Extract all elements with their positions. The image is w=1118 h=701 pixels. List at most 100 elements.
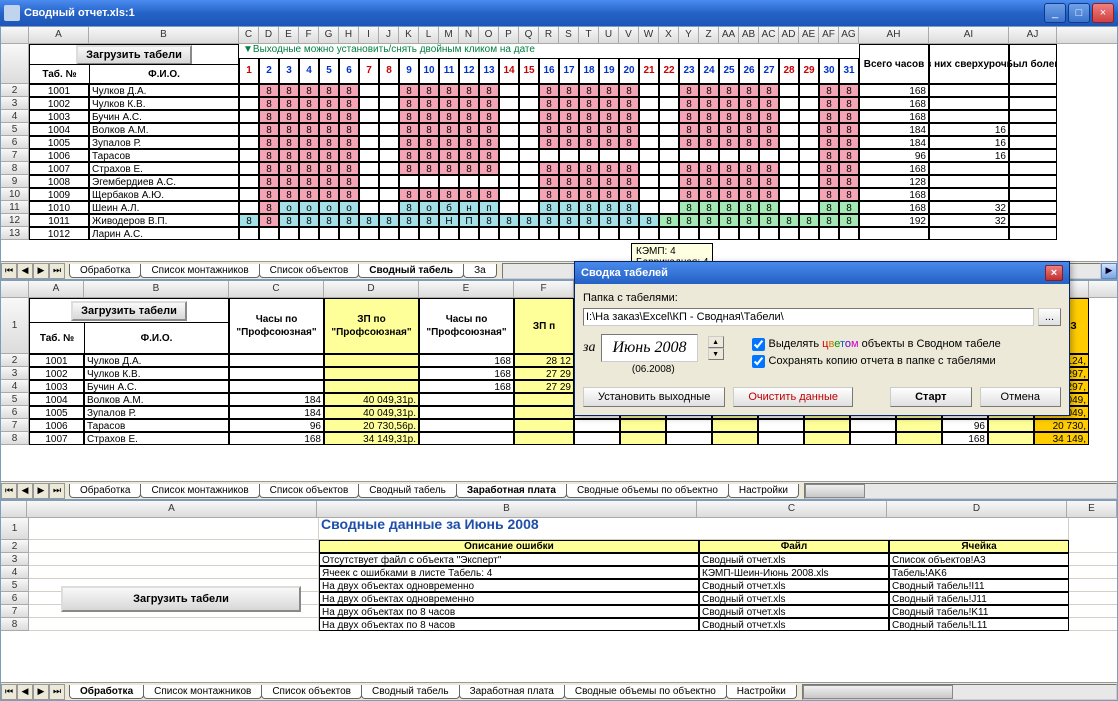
day-cell[interactable]: 8 bbox=[679, 214, 699, 227]
day-header[interactable]: 24 bbox=[699, 58, 719, 84]
day-cell[interactable] bbox=[459, 175, 479, 188]
tab-nav-last[interactable]: ⏭ bbox=[49, 483, 65, 499]
day-cell[interactable]: 8 bbox=[819, 136, 839, 149]
day-cell[interactable] bbox=[739, 149, 759, 162]
day-cell[interactable]: 8 bbox=[319, 162, 339, 175]
day-cell[interactable] bbox=[379, 162, 399, 175]
col-header[interactable]: D bbox=[259, 27, 279, 43]
sheet-tab[interactable]: Список монтажников bbox=[143, 685, 262, 699]
tab-no-cell[interactable]: 1003 bbox=[29, 380, 84, 393]
day-cell[interactable]: 8 bbox=[399, 110, 419, 123]
day-cell[interactable]: 8 bbox=[299, 175, 319, 188]
day-cell[interactable] bbox=[639, 149, 659, 162]
day-cell[interactable] bbox=[699, 227, 719, 240]
day-cell[interactable]: 8 bbox=[419, 110, 439, 123]
col-header[interactable]: E bbox=[279, 27, 299, 43]
day-cell[interactable] bbox=[519, 201, 539, 214]
tab-nav-prev[interactable]: ◀ bbox=[17, 483, 33, 499]
day-cell[interactable]: 8 bbox=[839, 201, 859, 214]
tab-no-cell[interactable]: 1003 bbox=[29, 110, 89, 123]
hours-cell[interactable]: 168 bbox=[419, 367, 514, 380]
day-cell[interactable] bbox=[599, 149, 619, 162]
overtime-cell[interactable] bbox=[929, 97, 1009, 110]
day-cell[interactable] bbox=[759, 227, 779, 240]
col-header[interactable]: B bbox=[317, 501, 697, 517]
col-header[interactable]: C bbox=[239, 27, 259, 43]
day-cell[interactable]: П bbox=[459, 214, 479, 227]
day-cell[interactable] bbox=[359, 201, 379, 214]
fio-cell[interactable]: Чулков Д.А. bbox=[84, 354, 229, 367]
day-cell[interactable] bbox=[799, 110, 819, 123]
day-cell[interactable]: б bbox=[439, 201, 459, 214]
day-cell[interactable]: 8 bbox=[339, 84, 359, 97]
day-cell[interactable] bbox=[439, 175, 459, 188]
day-cell[interactable]: 8 bbox=[339, 136, 359, 149]
maximize-button[interactable]: □ bbox=[1068, 3, 1090, 23]
day-cell[interactable] bbox=[459, 227, 479, 240]
day-cell[interactable]: 8 bbox=[299, 214, 319, 227]
overtime-cell[interactable] bbox=[929, 110, 1009, 123]
day-cell[interactable]: 8 bbox=[319, 188, 339, 201]
day-cell[interactable]: 8 bbox=[539, 175, 559, 188]
day-cell[interactable] bbox=[799, 175, 819, 188]
day-cell[interactable]: 8 bbox=[679, 188, 699, 201]
day-cell[interactable]: 8 bbox=[419, 162, 439, 175]
hours-cell[interactable]: 168 bbox=[859, 110, 929, 123]
tab-no-cell[interactable]: 1001 bbox=[29, 84, 89, 97]
tab-nav-prev[interactable]: ◀ bbox=[17, 684, 33, 700]
day-cell[interactable]: 8 bbox=[739, 84, 759, 97]
day-header[interactable]: 30 bbox=[819, 58, 839, 84]
day-cell[interactable] bbox=[639, 110, 659, 123]
day-cell[interactable] bbox=[799, 136, 819, 149]
day-header[interactable]: 2 bbox=[259, 58, 279, 84]
day-cell[interactable] bbox=[499, 123, 519, 136]
tab-nav-first[interactable]: ⏮ bbox=[1, 483, 17, 499]
hours-cell[interactable]: 128 bbox=[859, 175, 929, 188]
fio-cell[interactable]: Тарасов bbox=[84, 419, 229, 432]
sick-cell[interactable] bbox=[1009, 227, 1057, 240]
day-header[interactable]: 20 bbox=[619, 58, 639, 84]
day-cell[interactable] bbox=[399, 175, 419, 188]
col-header[interactable]: C bbox=[697, 501, 887, 517]
day-cell[interactable]: 8 bbox=[339, 97, 359, 110]
salary-cell[interactable] bbox=[324, 354, 419, 367]
day-cell[interactable]: 8 bbox=[479, 214, 499, 227]
day-cell[interactable] bbox=[799, 162, 819, 175]
tab-nav-next[interactable]: ▶ bbox=[33, 684, 49, 700]
day-cell[interactable]: 8 bbox=[299, 110, 319, 123]
fio-cell[interactable]: Чулков К.В. bbox=[84, 367, 229, 380]
hours-cell[interactable]: 192 bbox=[859, 214, 929, 227]
day-cell[interactable]: 8 bbox=[279, 84, 299, 97]
day-cell[interactable]: 8 bbox=[719, 188, 739, 201]
day-header[interactable]: 12 bbox=[459, 58, 479, 84]
day-cell[interactable]: 8 bbox=[519, 214, 539, 227]
day-cell[interactable] bbox=[779, 201, 799, 214]
error-cell-ref[interactable]: Список объектов!A3 bbox=[889, 553, 1069, 566]
day-cell[interactable]: 8 bbox=[719, 123, 739, 136]
day-cell[interactable]: 8 bbox=[399, 84, 419, 97]
day-cell[interactable]: 8 bbox=[539, 201, 559, 214]
day-cell[interactable] bbox=[299, 227, 319, 240]
day-cell[interactable]: 8 bbox=[739, 123, 759, 136]
day-cell[interactable] bbox=[539, 227, 559, 240]
day-cell[interactable]: 8 bbox=[819, 201, 839, 214]
col-header[interactable]: AI bbox=[929, 27, 1009, 43]
day-cell[interactable]: 8 bbox=[339, 123, 359, 136]
day-cell[interactable] bbox=[239, 97, 259, 110]
sheet-tab[interactable]: Обработка bbox=[69, 264, 141, 278]
day-cell[interactable]: 8 bbox=[279, 214, 299, 227]
day-cell[interactable] bbox=[519, 162, 539, 175]
day-cell[interactable] bbox=[359, 227, 379, 240]
day-cell[interactable]: 8 bbox=[599, 136, 619, 149]
day-cell[interactable]: 8 bbox=[679, 110, 699, 123]
day-cell[interactable] bbox=[519, 110, 539, 123]
highlight-checkbox[interactable] bbox=[752, 338, 765, 351]
error-file-cell[interactable]: КЭМП-Шеин-Июнь 2008.xls bbox=[699, 566, 889, 579]
day-cell[interactable]: 8 bbox=[279, 110, 299, 123]
day-cell[interactable]: 8 bbox=[299, 84, 319, 97]
sick-cell[interactable] bbox=[1009, 110, 1057, 123]
day-cell[interactable] bbox=[779, 175, 799, 188]
day-cell[interactable] bbox=[499, 175, 519, 188]
day-cell[interactable]: 8 bbox=[579, 110, 599, 123]
salary-cell[interactable]: 27 29 bbox=[514, 367, 574, 380]
